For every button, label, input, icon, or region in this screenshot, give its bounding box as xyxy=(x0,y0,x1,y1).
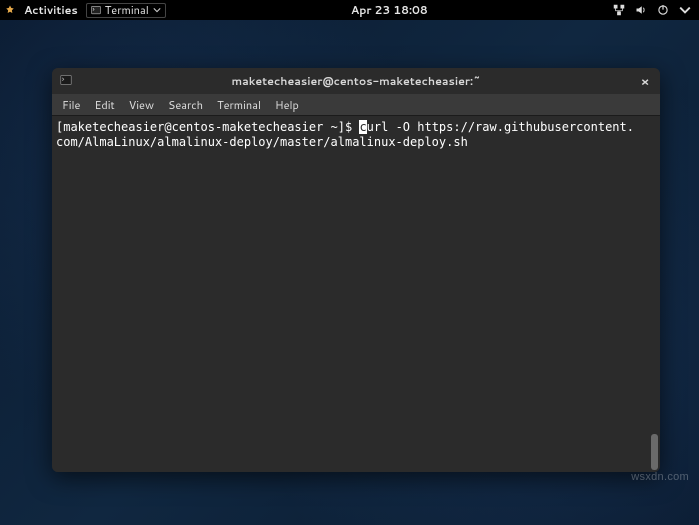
active-app-indicator[interactable]: Terminal xyxy=(86,3,166,18)
network-icon[interactable] xyxy=(613,4,625,16)
window-title: maketecheasier@centos-maketecheasier:~ xyxy=(231,73,480,89)
watermark-text: wsxdn.com xyxy=(631,471,689,483)
terminal-app-icon xyxy=(91,5,101,15)
gnome-top-bar: Activities Terminal Apr 23 18:08 xyxy=(0,0,699,20)
terminal-line: com/AlmaLinux/almalinux-deploy/master/al… xyxy=(56,135,654,150)
active-app-label: Terminal xyxy=(105,2,149,18)
places-icon[interactable] xyxy=(4,4,16,16)
terminal-line: [maketecheasier@centos-maketecheasier ~]… xyxy=(56,120,654,135)
active-app-chevron-icon xyxy=(153,6,161,14)
power-icon[interactable] xyxy=(657,4,669,16)
menu-view[interactable]: View xyxy=(129,97,154,113)
terminal-window: maketecheasier@centos-maketecheasier:~ ×… xyxy=(52,68,660,472)
system-menu-chevron-icon[interactable] xyxy=(679,4,691,16)
shell-prompt: [maketecheasier@centos-maketecheasier ~]… xyxy=(56,120,359,134)
window-titlebar[interactable]: maketecheasier@centos-maketecheasier:~ × xyxy=(52,68,660,94)
terminal-viewport[interactable]: [maketecheasier@centos-maketecheasier ~]… xyxy=(52,116,660,472)
window-app-icon xyxy=(60,74,72,86)
volume-icon[interactable] xyxy=(635,4,647,16)
window-close-button[interactable]: × xyxy=(636,72,654,90)
activities-button[interactable]: Activities xyxy=(24,2,78,18)
clock[interactable]: Apr 23 18:08 xyxy=(351,2,428,18)
terminal-menubar: File Edit View Search Terminal Help xyxy=(52,94,660,116)
command-text: com/AlmaLinux/almalinux-deploy/master/al… xyxy=(56,135,468,149)
menu-help[interactable]: Help xyxy=(275,97,299,113)
terminal-scrollbar-thumb[interactable] xyxy=(651,434,658,470)
menu-search[interactable]: Search xyxy=(168,97,203,113)
terminal-cursor: c xyxy=(359,120,366,134)
command-text: url -O https://raw.githubusercontent. xyxy=(367,120,634,134)
menu-edit[interactable]: Edit xyxy=(94,97,114,113)
menu-terminal[interactable]: Terminal xyxy=(217,97,261,113)
menu-file[interactable]: File xyxy=(62,97,80,113)
